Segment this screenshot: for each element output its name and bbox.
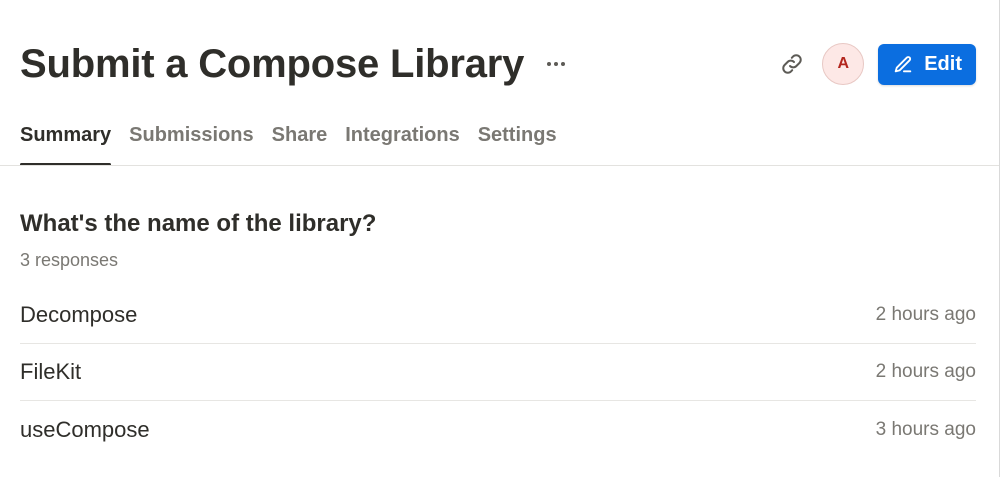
pencil-icon: [894, 56, 912, 73]
form-tabs: Summary Submissions Share Integrations S…: [20, 118, 557, 166]
link-icon: [782, 54, 802, 74]
page-title: Submit a Compose Library: [20, 42, 525, 86]
list-item: useCompose 3 hours ago: [20, 401, 976, 458]
tab-share[interactable]: Share: [272, 118, 328, 166]
avatar[interactable]: A: [822, 43, 865, 85]
tab-summary[interactable]: Summary: [20, 118, 112, 166]
edit-button-label: Edit: [924, 52, 962, 75]
response-value: Decompose: [20, 302, 138, 327]
title-group: Submit a Compose Library: [20, 38, 570, 90]
tab-submissions[interactable]: Submissions: [129, 118, 253, 166]
response-value: FileKit: [20, 359, 82, 384]
tab-integrations[interactable]: Integrations: [345, 118, 459, 166]
response-value: useCompose: [20, 416, 150, 442]
form-summary-page: Submit a Compose Library A Edit Summary …: [0, 0, 1000, 477]
tab-settings[interactable]: Settings: [478, 118, 557, 166]
question-title: What's the name of the library?: [20, 210, 377, 237]
header-actions: A Edit: [776, 43, 976, 85]
tabs-divider: [0, 165, 999, 166]
page-header: Submit a Compose Library A Edit: [20, 38, 976, 90]
response-time: 2 hours ago: [875, 304, 976, 325]
response-time: 3 hours ago: [875, 418, 976, 440]
more-options-button[interactable]: [542, 50, 570, 78]
response-list: Decompose 2 hours ago FileKit 2 hours ag…: [20, 287, 976, 458]
response-count: 3 responses: [20, 250, 119, 270]
list-item: Decompose 2 hours ago: [20, 287, 976, 344]
copy-link-button[interactable]: [776, 48, 808, 80]
list-item: FileKit 2 hours ago: [20, 344, 976, 401]
edit-button[interactable]: Edit: [878, 43, 976, 85]
response-time: 2 hours ago: [875, 361, 976, 382]
more-horizontal-icon: [547, 62, 566, 66]
